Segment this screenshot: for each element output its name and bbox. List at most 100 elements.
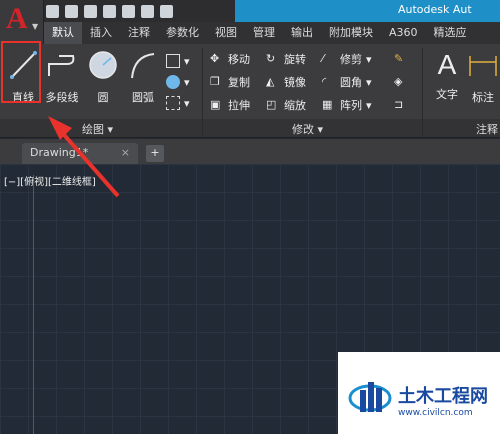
explode-button[interactable]: ◈ [394, 73, 408, 91]
tab-featured[interactable]: 精选应 [426, 22, 475, 44]
scale-label: 缩放 [284, 99, 306, 112]
rectangle-tool-button[interactable]: ▾ [166, 52, 190, 70]
circle-tool-label: 圆 [97, 91, 109, 104]
offset-icon: ⊐ [394, 98, 404, 111]
mirror-icon: ◭ [266, 75, 275, 88]
rotate-icon: ↻ [266, 52, 276, 65]
watermark: 土木工程网 www.civilcn.com [338, 352, 500, 434]
ribbon-tabs: 默认 插入 注释 参数化 视图 管理 输出 附加模块 A360 精选应 [44, 22, 500, 44]
arc-tool-button[interactable]: 圆弧 [122, 48, 164, 104]
mirror-label: 镜像 [284, 76, 306, 89]
trim-button[interactable]: ⁄ 修剪 ▾ [322, 50, 372, 68]
region-tool-button[interactable]: ▾ [166, 94, 190, 112]
window-title: Autodesk Aut [398, 3, 472, 16]
fillet-label: 圆角 [340, 76, 362, 89]
region-icon [166, 96, 180, 110]
text-tool-button[interactable]: A 文字 [426, 48, 468, 104]
file-tab-drawing1[interactable]: Drawing1* × [22, 143, 138, 164]
copy-icon: ❐ [210, 75, 220, 88]
watermark-logo-icon [348, 382, 392, 412]
tab-annotate[interactable]: 注释 [120, 22, 158, 44]
arc-tool-label: 圆弧 [132, 91, 154, 104]
file-tab-label: Drawing1* [30, 146, 89, 159]
draw-panel-label[interactable]: 绘图 ▾ [82, 121, 113, 137]
polyline-tool-button[interactable]: 多段线 [40, 48, 84, 104]
hatch-tool-button[interactable]: ▾ [166, 73, 190, 91]
chevron-down-icon: ▾ [366, 98, 372, 112]
tab-addins[interactable]: 附加模块 [321, 22, 381, 44]
tab-insert[interactable]: 插入 [82, 22, 120, 44]
erase-button[interactable]: ✎ [394, 50, 408, 68]
fillet-button[interactable]: ◜ 圆角 ▾ [322, 73, 372, 91]
quick-access-toolbar [46, 3, 173, 19]
text-icon: A [437, 49, 457, 80]
redo-icon[interactable] [160, 4, 173, 18]
rectangle-icon [166, 54, 180, 68]
panel-divider [202, 48, 203, 136]
stretch-icon: ▣ [210, 98, 221, 111]
annotation-panel-label[interactable]: 注释 [476, 121, 498, 137]
arc-icon [131, 53, 155, 79]
rotate-button[interactable]: ↻ 旋转 [266, 50, 306, 68]
move-label: 移动 [228, 53, 250, 66]
stretch-button[interactable]: ▣ 拉伸 [210, 96, 250, 114]
offset-button[interactable]: ⊐ [394, 96, 408, 114]
polyline-tool-label: 多段线 [45, 91, 79, 104]
watermark-url: www.civilcn.com [398, 408, 473, 418]
array-label: 阵列 [340, 99, 362, 112]
tab-output[interactable]: 输出 [283, 22, 321, 44]
line-tool-highlight [1, 41, 41, 103]
new-tab-button[interactable]: + [146, 145, 164, 162]
tab-parametric[interactable]: 参数化 [158, 22, 207, 44]
modify-panel-label[interactable]: 修改 ▾ [292, 121, 323, 137]
dimension-tool-label: 标注 [472, 91, 494, 104]
tab-default[interactable]: 默认 [44, 22, 82, 44]
panel-divider [422, 48, 423, 136]
copy-label: 复制 [228, 76, 250, 89]
viewport-controls[interactable]: [−][俯视][二维线框] [4, 173, 96, 188]
copy-button[interactable]: ❐ 复制 [210, 73, 250, 91]
chevron-down-icon: ▼ [32, 22, 39, 31]
tab-view[interactable]: 视图 [207, 22, 245, 44]
scale-icon: ◰ [266, 98, 277, 111]
circle-tool-button[interactable]: 圆 [82, 48, 124, 104]
chevron-down-icon: ▾ [184, 54, 190, 68]
autocad-logo-icon: A [6, 2, 28, 35]
panel-label-bar [0, 119, 500, 137]
save-as-icon[interactable] [103, 4, 116, 18]
tab-manage[interactable]: 管理 [245, 22, 283, 44]
pencil-icon: ✎ [394, 52, 404, 65]
rotate-label: 旋转 [284, 53, 306, 66]
y-axis-line [33, 175, 34, 434]
chevron-down-icon: ▾ [366, 52, 372, 66]
trim-icon: ⁄ [322, 52, 324, 65]
chevron-down-icon: ▾ [184, 75, 190, 89]
save-icon[interactable] [84, 4, 97, 18]
chevron-down-icon: ▾ [366, 75, 372, 89]
polyline-icon [48, 55, 75, 76]
fillet-icon: ◜ [322, 75, 327, 88]
explode-icon: ◈ [394, 75, 403, 88]
dimension-tool-button[interactable]: 标注 [466, 48, 500, 104]
undo-icon[interactable] [141, 4, 154, 18]
mirror-button[interactable]: ◭ 镜像 [266, 73, 306, 91]
chevron-down-icon: ▾ [184, 96, 190, 110]
tab-a360[interactable]: A360 [381, 22, 426, 44]
text-tool-label: 文字 [436, 88, 458, 101]
open-file-icon[interactable] [65, 4, 78, 18]
dimension-icon [469, 56, 497, 76]
move-icon: ✥ [210, 52, 220, 65]
array-button[interactable]: ▦ 阵列 ▾ [322, 96, 372, 114]
application-menu-button[interactable]: A ▼ [0, 0, 44, 44]
trim-label: 修剪 [340, 53, 362, 66]
move-button[interactable]: ✥ 移动 [210, 50, 250, 68]
new-file-icon[interactable] [46, 4, 59, 18]
array-icon: ▦ [322, 98, 333, 111]
scale-button[interactable]: ◰ 缩放 [266, 96, 306, 114]
print-icon[interactable] [122, 4, 135, 18]
close-icon[interactable]: × [121, 146, 130, 159]
watermark-brand: 土木工程网 [398, 386, 488, 407]
hatch-icon [166, 75, 180, 89]
circle-icon [89, 51, 117, 79]
stretch-label: 拉伸 [228, 99, 250, 112]
